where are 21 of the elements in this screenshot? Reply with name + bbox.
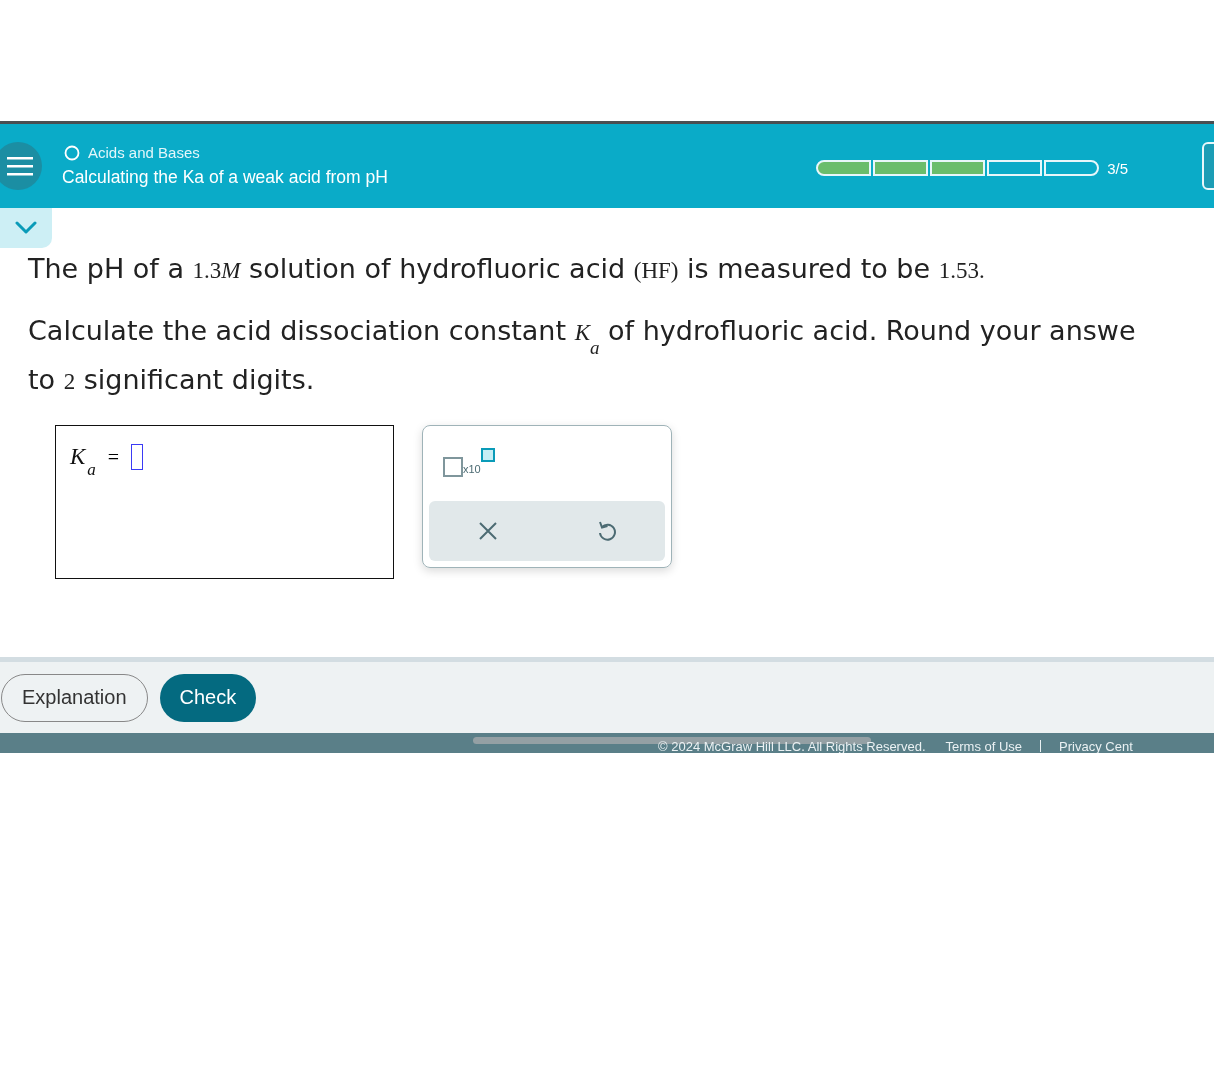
square-icon <box>480 448 495 462</box>
copyright-text: © 2024 McGraw Hill LLC. All Rights Reserved. <box>658 738 926 753</box>
question-text: The pH of a 1.3M solution of hydrofluoric acid (HF) is measured to be 1.53. <box>28 252 986 286</box>
exponent-button[interactable]: x10 <box>443 446 665 480</box>
topic-label: Acids and Bases <box>88 144 200 161</box>
lesson-title: Calculating the Ka of a weak acid from pH <box>62 167 388 188</box>
instruction-text: Calculate the acid dissociation constant K $_{a}$ of hydrofluoric acid. Round your answe to 2 significant digits. <box>28 314 1137 397</box>
progress-count: 3/5 <box>1107 159 1128 177</box>
circle-icon <box>64 144 80 161</box>
square-icon <box>443 457 463 477</box>
check-button[interactable]: Check <box>159 673 257 722</box>
explanation-button[interactable]: Explanation <box>1 673 148 722</box>
answer-field[interactable] <box>131 444 144 470</box>
menu-button[interactable] <box>0 142 42 190</box>
chevron-down-icon <box>15 221 37 235</box>
equals-sign: = <box>107 446 120 469</box>
menu-icon <box>7 156 33 176</box>
footer-link[interactable]: Privacy Cent <box>1059 738 1133 753</box>
footer-link[interactable]: Terms of Use <box>945 738 1023 753</box>
collapse-tab[interactable] <box>0 208 52 248</box>
close-icon <box>478 522 497 540</box>
